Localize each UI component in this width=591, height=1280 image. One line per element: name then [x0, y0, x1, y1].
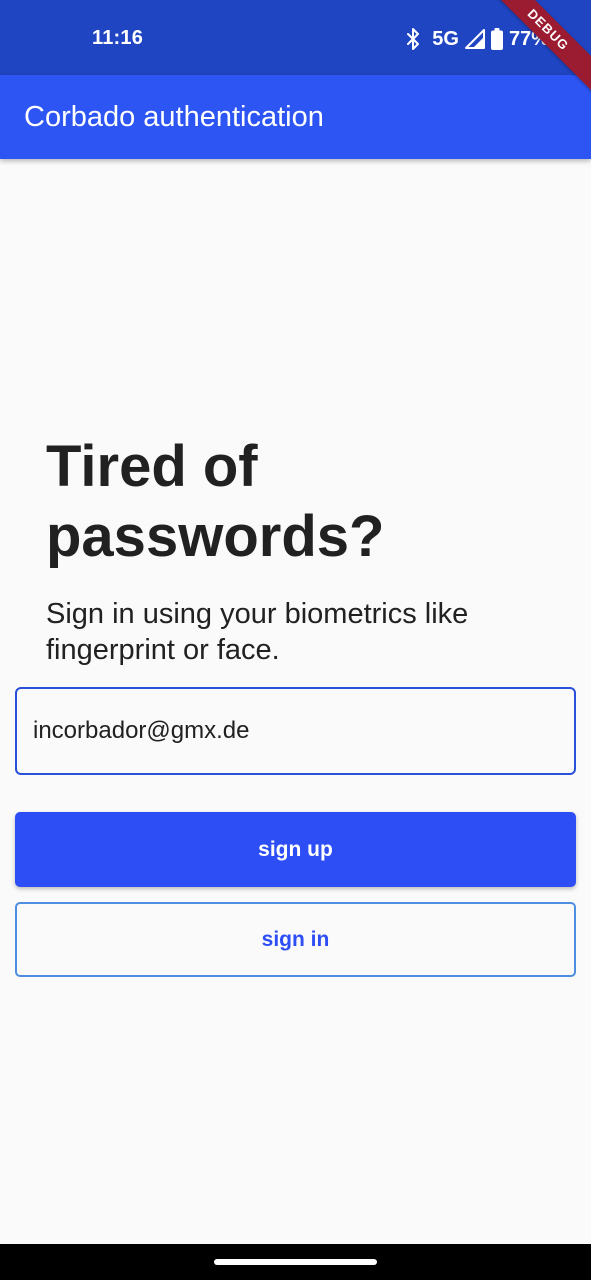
headline: Tired of passwords? — [46, 434, 385, 569]
bluetooth-icon — [406, 28, 420, 50]
signal-icon — [464, 29, 485, 49]
email-input[interactable] — [15, 687, 576, 775]
battery-icon — [490, 28, 503, 50]
status-bar: 11:16 5G 77% — [0, 0, 591, 75]
status-time: 11:16 — [92, 27, 144, 49]
subtitle: Sign in using your biometrics like finge… — [46, 598, 469, 666]
app-bar: Corbado authentication — [0, 75, 591, 159]
network-type: 5G — [432, 27, 459, 50]
sign-in-button[interactable]: sign in — [15, 902, 576, 977]
status-icons: 5G 77% — [406, 25, 549, 53]
system-nav-bar — [0, 1244, 591, 1280]
sign-up-button[interactable]: sign up — [15, 812, 576, 887]
home-indicator[interactable] — [214, 1259, 377, 1265]
app-bar-title: Corbado authentication — [24, 101, 324, 133]
